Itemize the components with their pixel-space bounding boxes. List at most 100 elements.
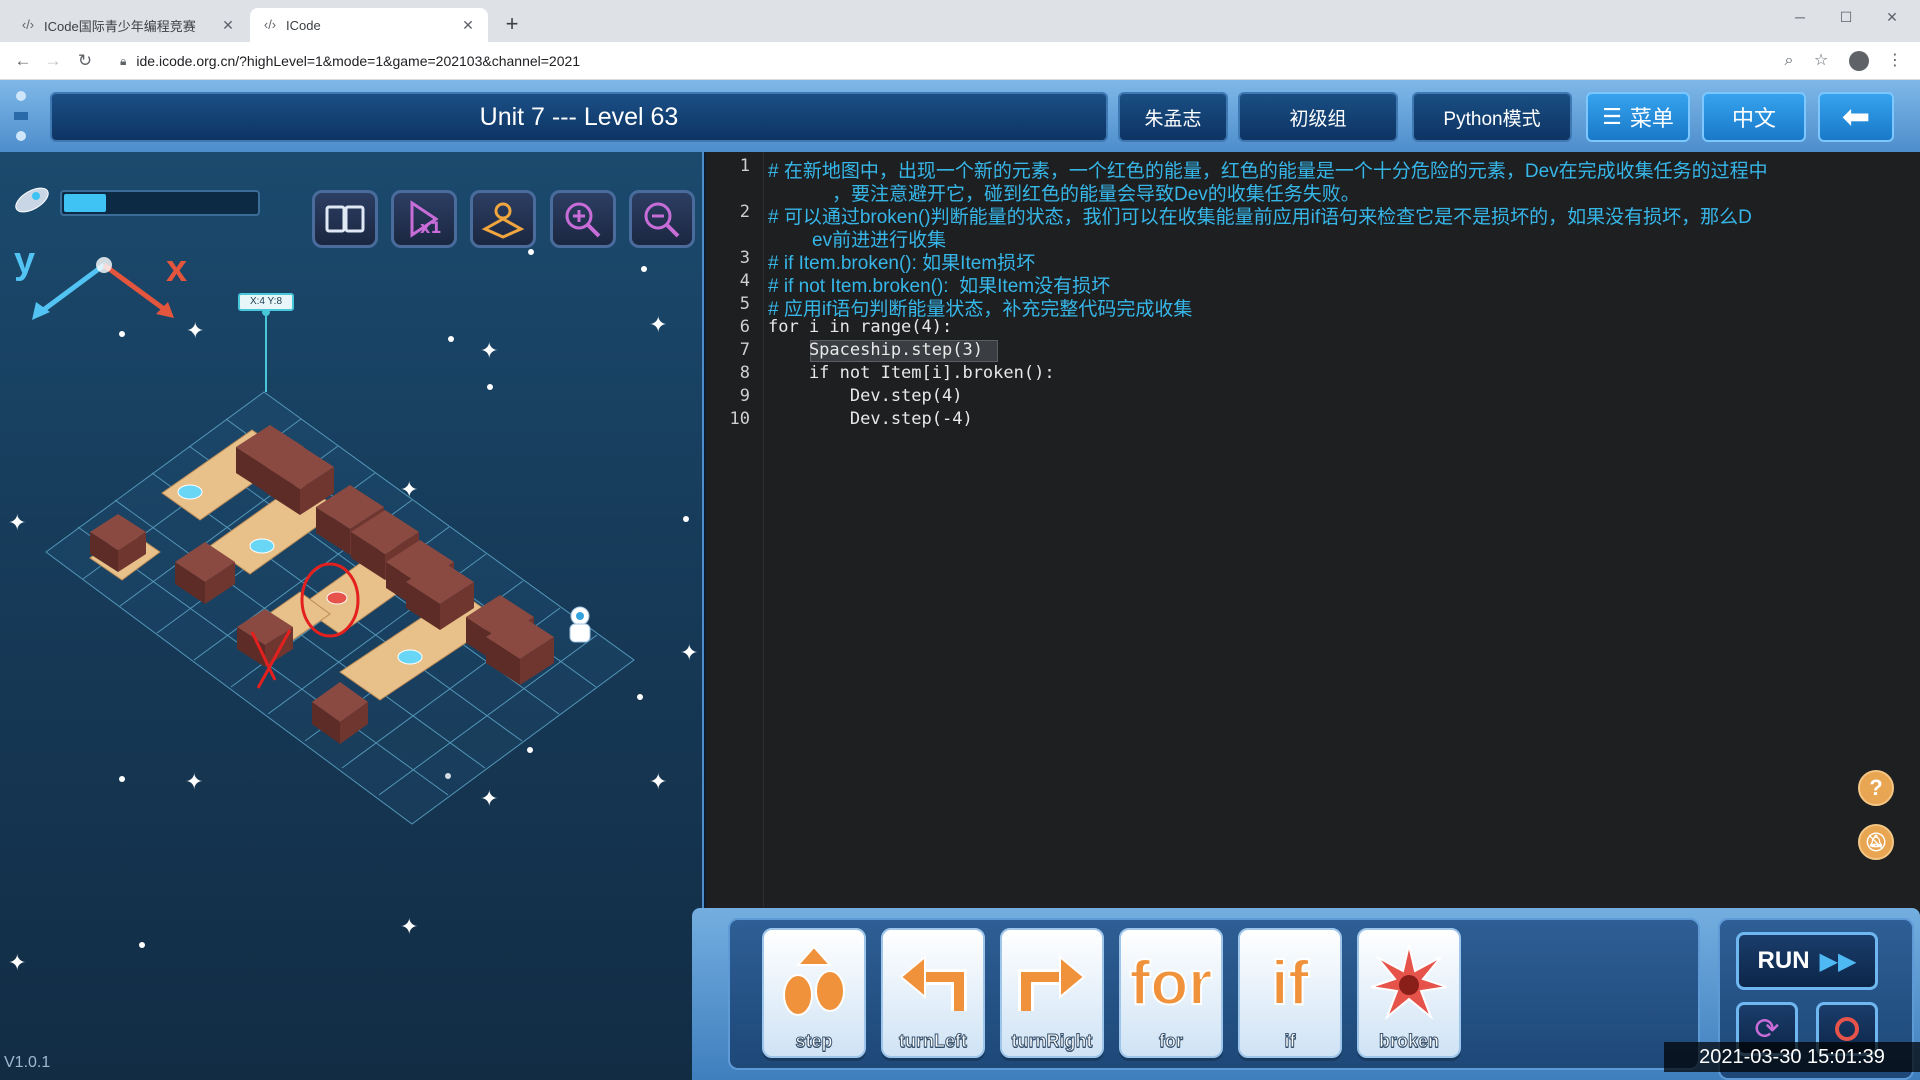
svg-text:✦: ✦ [649,313,667,338]
turn-right-arrow-icon [1002,938,1102,1028]
url-text: ide.icode.org.cn/?highLevel=1&mode=1&gam… [136,53,581,69]
turn-left-arrow-icon [883,938,983,1028]
turn-right-block[interactable]: turnRight [1000,928,1104,1058]
broken-energy-icon [1359,938,1459,1028]
line-number: 3 [739,248,750,268]
line-number: 6 [739,317,750,337]
progress-fill [64,194,106,212]
bookmark-star-icon[interactable]: ☆ [1810,50,1832,72]
python-mode-button[interactable]: Python模式 [1412,92,1572,142]
tab-label: ICode国际青少年编程竞赛 [44,18,196,34]
step-block[interactable]: step [762,928,866,1058]
code-line[interactable]: Dev.step(4) [768,386,963,406]
language-button[interactable]: 中文 [1702,92,1806,142]
maximize-icon[interactable]: ☐ [1832,6,1860,28]
block-label: step [795,1031,833,1052]
back-arrow-icon[interactable]: ← [12,50,34,72]
zoom-in-icon [565,202,601,238]
map-view-button[interactable] [470,190,536,248]
new-tab-button[interactable]: + [500,13,524,37]
run-label: RUN [1757,947,1810,974]
run-button[interactable]: RUN ▶▶ [1736,932,1878,990]
code-icon: ‹/› [21,17,35,32]
zoom-icon[interactable]: ⌕ [1778,50,1800,72]
browser-tab-icode[interactable]: ‹/› ICode ✕ [250,8,488,42]
footsteps-icon [764,938,864,1028]
svg-text:✦: ✦ [185,770,203,795]
close-icon[interactable]: ✕ [220,17,236,33]
browser-tab-icode-contest[interactable]: ‹/› ICode国际青少年编程竞赛 ✕ [8,8,248,42]
address-bar: ← → ↻ 🔒︎ ide.icode.org.cn/?highLevel=1&m… [0,42,1920,80]
svg-text:✦: ✦ [480,339,498,364]
coordinate-tag: X:4 Y:8 [238,293,294,311]
timestamp-overlay: 2021-03-30 15:01:39 [1664,1042,1920,1072]
zoom-out-icon [644,202,680,238]
block-label: for [1159,1031,1184,1052]
reload-icon[interactable]: ↻ [74,50,96,72]
header-decoration-icon [14,91,28,141]
profile-avatar[interactable] [1849,51,1869,71]
minimize-icon[interactable]: ─ [1786,6,1814,28]
line-number: 7 [739,340,750,360]
back-button[interactable]: ⬅ [1818,92,1894,142]
for-keyword-icon: for [1129,948,1214,1019]
close-icon[interactable]: ✕ [460,17,476,33]
book-icon [325,205,365,233]
stop-icon [1835,1017,1859,1041]
user-name-button[interactable]: 朱孟志 [1118,92,1228,142]
line-number: 10 [729,409,750,429]
speed-button[interactable]: x1 [391,190,457,248]
forward-arrow-icon[interactable]: → [42,50,64,72]
code-line[interactable]: Spaceship.step(3) [768,340,983,360]
code-line[interactable]: for i in range(4): [768,317,952,337]
menu-button[interactable]: ☰ 菜单 [1586,92,1690,142]
code-line[interactable]: if not Item[i].broken(): [768,363,1055,383]
line-number: 9 [739,386,750,406]
lock-icon: 🔒︎ [120,53,127,68]
group-button[interactable]: 初级组 [1238,92,1398,142]
help-button[interactable]: ? [1858,770,1894,806]
block-label: broken [1378,1031,1439,1052]
version-label: V1.0.1 [4,1054,51,1071]
turn-left-block[interactable]: turnLeft [881,928,985,1058]
guide-book-button[interactable] [312,190,378,248]
window-close-icon[interactable]: ✕ [1878,6,1906,28]
zoom-in-button[interactable] [550,190,616,248]
browser-tab-bar: ‹/› ICode国际青少年编程竞赛 ✕ ‹/› ICode ✕ + ─ ☐ ✕ [0,0,1920,42]
code-icon: ‹/› [263,17,277,32]
speed-x1-icon: x1 [410,200,441,238]
svg-text:✦: ✦ [480,787,498,812]
line-number: 4 [739,271,750,291]
menu-label: 菜单 [1629,106,1674,131]
if-block[interactable]: if if [1238,928,1342,1058]
rocket-icon [15,187,49,213]
url-field[interactable]: 🔒︎ ide.icode.org.cn/?highLevel=1&mode=1&… [120,48,1760,74]
axis-x-label: x [166,248,188,290]
line-number: 8 [739,363,750,383]
progress-bar [60,190,260,216]
line-number: 2 [739,202,750,222]
line-number: 1 [739,156,750,176]
level-title: Unit 7 --- Level 63 [50,92,1108,142]
tab-label: ICode [286,17,321,33]
menu-icon: ☰ [1602,104,1622,129]
block-label: if [1284,1031,1296,1052]
zoom-out-button[interactable] [629,190,695,248]
isometric-map[interactable]: ✦✦✦ ✦✦✦ ✦✦✦ ✦✦ [0,152,704,1080]
map-pin-icon [481,202,525,239]
broken-block[interactable]: broken [1357,928,1461,1058]
if-keyword-icon: if [1270,948,1310,1019]
for-block[interactable]: for for [1119,928,1223,1058]
svg-text:✦: ✦ [649,770,667,795]
svg-text:✦: ✦ [8,951,26,976]
svg-text:✦: ✦ [400,915,418,940]
notification-button[interactable]: 🔕︎ [1858,824,1894,860]
svg-text:✦: ✦ [186,319,204,344]
line-number: 5 [739,294,750,314]
fast-forward-icon: ▶▶ [1819,947,1857,975]
block-label: turnLeft [899,1031,968,1052]
block-label: turnRight [1011,1031,1093,1052]
more-menu-icon[interactable]: ⋮ [1884,50,1906,72]
axis-y-label: y [14,240,36,282]
code-line[interactable]: Dev.step(-4) [768,409,973,429]
